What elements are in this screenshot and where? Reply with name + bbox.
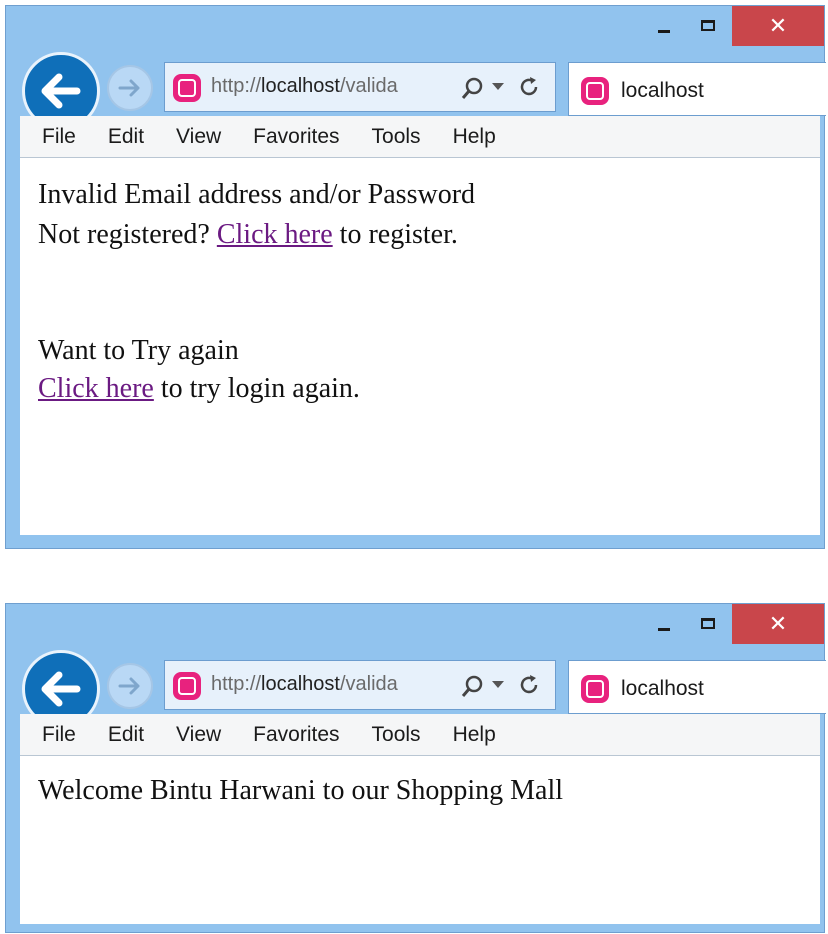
window-controls: ✕ <box>644 6 824 48</box>
login-line: Click here to try login again. <box>38 370 360 408</box>
menu-bar: File Edit View Favorites Tools Help <box>20 116 820 158</box>
address-url[interactable]: http://localhost/valida <box>211 673 451 696</box>
close-button[interactable]: ✕ <box>732 6 824 46</box>
wampserver-favicon-icon <box>173 74 201 102</box>
tab-title: localhost <box>621 677 704 700</box>
login-suffix: to try login again. <box>160 373 360 404</box>
menu-tools[interactable]: Tools <box>372 723 421 747</box>
forward-button[interactable] <box>107 65 153 111</box>
menu-favorites[interactable]: Favorites <box>253 723 339 747</box>
address-url[interactable]: http://localhost/valida <box>211 75 451 98</box>
address-bar[interactable]: http://localhost/valida <box>164 660 556 710</box>
error-message: Invalid Email address and/or Password <box>38 179 476 210</box>
forward-arrow-icon <box>118 79 140 97</box>
browser-tab[interactable]: localhost <box>568 660 826 714</box>
retry-message: Want to Try again <box>38 335 239 366</box>
page-content: Welcome Bintu Harwani to our Shopping Ma… <box>20 756 820 924</box>
address-bar[interactable]: http://localhost/valida <box>164 62 556 112</box>
menu-bar: File Edit View Favorites Tools Help <box>20 714 820 756</box>
maximize-button[interactable] <box>688 604 732 644</box>
minimize-button[interactable] <box>644 6 688 46</box>
wampserver-favicon-icon <box>581 675 609 703</box>
url-path: /valida <box>339 75 398 97</box>
minimize-button[interactable] <box>644 604 688 644</box>
forward-button[interactable] <box>107 663 153 709</box>
browser-window-welcome: ✕ http://localhost/valida localhost File… <box>5 603 826 933</box>
menu-file[interactable]: File <box>42 723 76 747</box>
url-path: /valida <box>339 673 398 695</box>
url-host: localhost <box>261 673 340 695</box>
forward-arrow-icon <box>118 677 140 695</box>
close-button[interactable]: ✕ <box>732 604 824 644</box>
menu-view[interactable]: View <box>176 723 221 747</box>
register-line: Not registered? Click here to register. <box>38 216 458 254</box>
login-again-link[interactable]: Click here <box>38 373 154 404</box>
register-link[interactable]: Click here <box>217 219 333 250</box>
close-icon: ✕ <box>768 611 788 636</box>
welcome-message: Welcome Bintu Harwani to our Shopping Ma… <box>38 775 563 806</box>
url-host: localhost <box>261 75 340 97</box>
register-suffix: to register. <box>339 219 458 250</box>
menu-help[interactable]: Help <box>453 723 496 747</box>
url-prefix: http:// <box>211 673 262 695</box>
menu-view[interactable]: View <box>176 125 221 149</box>
minimize-icon <box>658 628 670 631</box>
maximize-button[interactable] <box>688 6 732 46</box>
maximize-icon <box>701 20 715 31</box>
minimize-icon <box>658 30 670 33</box>
url-prefix: http:// <box>211 75 262 97</box>
search-icon[interactable] <box>461 76 485 100</box>
menu-tools[interactable]: Tools <box>372 125 421 149</box>
wampserver-favicon-icon <box>581 77 609 105</box>
browser-window-login-error: ✕ http://localhost/valida localhost File… <box>5 5 826 549</box>
menu-favorites[interactable]: Favorites <box>253 125 339 149</box>
dropdown-arrow-icon[interactable] <box>492 681 504 688</box>
menu-edit[interactable]: Edit <box>108 125 144 149</box>
tab-title: localhost <box>621 79 704 102</box>
not-registered-text: Not registered? <box>38 219 210 250</box>
menu-edit[interactable]: Edit <box>108 723 144 747</box>
menu-file[interactable]: File <box>42 125 76 149</box>
wampserver-favicon-icon <box>173 672 201 700</box>
refresh-icon[interactable] <box>517 75 541 99</box>
dropdown-arrow-icon[interactable] <box>492 83 504 90</box>
maximize-icon <box>701 618 715 629</box>
browser-tab[interactable]: localhost <box>568 62 826 116</box>
close-icon: ✕ <box>768 13 788 38</box>
window-controls: ✕ <box>644 604 824 646</box>
page-content: Invalid Email address and/or Password No… <box>20 158 820 535</box>
menu-help[interactable]: Help <box>453 125 496 149</box>
refresh-icon[interactable] <box>517 673 541 697</box>
search-icon[interactable] <box>461 674 485 698</box>
